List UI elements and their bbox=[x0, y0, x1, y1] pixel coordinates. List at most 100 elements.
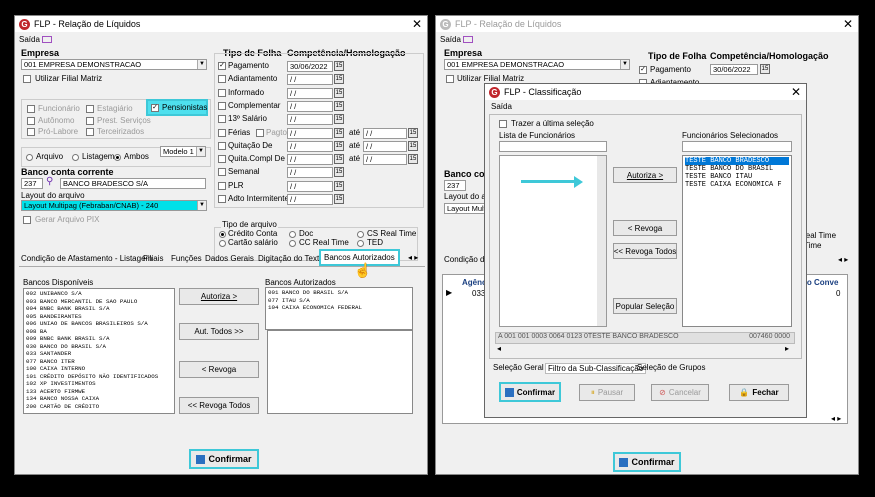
ate-date[interactable]: / / bbox=[363, 154, 407, 165]
list-item[interactable]: 100 CAIXA INTERNO bbox=[26, 365, 172, 373]
folha-checkbox[interactable] bbox=[218, 195, 226, 203]
revoga-todos-button[interactable]: << Revoga Todos bbox=[179, 397, 259, 414]
layout-select[interactable]: Layout Multipag (Febraban/CNAB) - 240 ▼ bbox=[21, 200, 207, 211]
revoga-button[interactable]: < Revoga bbox=[179, 361, 259, 378]
cartao-salario-radio[interactable] bbox=[219, 240, 226, 247]
bancos-disponiveis-list[interactable]: 002 UNIBANCO S/A 003 BANCO MERCANTIL DE S… bbox=[23, 288, 175, 414]
empresa-select[interactable]: 001 EMPRESA DEMONSTRACAO ▼ bbox=[21, 59, 207, 70]
folha-date[interactable]: / / bbox=[287, 88, 333, 99]
folha-date[interactable]: 30/06/2022 bbox=[287, 61, 333, 72]
calendar-icon[interactable]: 15 bbox=[334, 101, 344, 111]
list-item[interactable]: 200 CARTÃO DE CRÉDITO bbox=[26, 403, 172, 411]
calendar-icon[interactable]: 15 bbox=[334, 167, 344, 177]
folha-date[interactable]: / / bbox=[287, 114, 333, 125]
calendar-icon[interactable]: 15 bbox=[334, 74, 344, 84]
list-item[interactable]: 030 BANCO DO BRASIL S/A bbox=[26, 343, 172, 351]
ate-date[interactable]: / / bbox=[363, 128, 407, 139]
credito-conta-radio[interactable] bbox=[219, 231, 226, 238]
folha-date[interactable]: / / bbox=[287, 141, 333, 152]
banco-code-input[interactable]: 237 bbox=[21, 178, 43, 189]
autonomo-checkbox[interactable] bbox=[27, 117, 35, 125]
pagto-checkbox[interactable] bbox=[256, 129, 264, 137]
list-item[interactable]: 104 CAIXA ECONOMICA FEDERAL bbox=[268, 304, 410, 312]
fechar-button[interactable]: 🔒 Fechar bbox=[729, 384, 789, 401]
calendar-icon[interactable]: 15 bbox=[408, 128, 418, 138]
filial-matriz-checkbox[interactable] bbox=[23, 75, 31, 83]
banco-code-input[interactable]: 237 bbox=[444, 180, 466, 191]
folha-checkbox[interactable] bbox=[218, 115, 226, 123]
lista-scrollbar[interactable] bbox=[597, 156, 606, 326]
close-icon[interactable]: ✕ bbox=[843, 17, 853, 31]
folha-checkbox[interactable] bbox=[218, 168, 226, 176]
prest-servicos-checkbox[interactable] bbox=[86, 117, 94, 125]
doc-radio[interactable] bbox=[289, 231, 296, 238]
tab-filiais[interactable]: Filiais bbox=[143, 254, 163, 263]
calendar-icon[interactable]: 15 bbox=[334, 154, 344, 164]
calendar-icon[interactable]: 15 bbox=[334, 61, 344, 71]
tab-dados-gerais[interactable]: Dados Gerais bbox=[205, 254, 254, 263]
grid-scroll-icon[interactable]: ◂ ▸ bbox=[831, 414, 841, 424]
terceirizados-checkbox[interactable] bbox=[86, 128, 94, 136]
list-item[interactable]: 002 UNIBANCO S/A bbox=[26, 290, 172, 298]
lista-funcionarios-filter[interactable] bbox=[499, 141, 607, 152]
folha-date[interactable]: / / bbox=[287, 128, 333, 139]
folha-date[interactable]: / / bbox=[287, 194, 333, 205]
list-item[interactable]: 003 BANCO MERCANTIL DE SAO PAULO bbox=[26, 298, 172, 306]
list-item[interactable]: TESTE BANCO ITAU bbox=[685, 173, 789, 181]
folha-checkbox[interactable] bbox=[218, 102, 226, 110]
folha-checkbox[interactable] bbox=[218, 155, 226, 163]
search-icon[interactable]: ⚲ bbox=[46, 177, 53, 187]
empresa-select[interactable]: 001 EMPRESA DEMONSTRACAO ▼ bbox=[444, 59, 630, 70]
revoga-todos-button[interactable]: << Revoga Todos bbox=[613, 243, 677, 259]
cc-real-time-radio[interactable] bbox=[289, 240, 296, 247]
ate-date[interactable]: / / bbox=[363, 141, 407, 152]
pagamento-checkbox[interactable]: ✓ bbox=[639, 66, 647, 74]
pausar-button[interactable]: ⏸ Pausar bbox=[579, 384, 635, 401]
popular-selecao-button[interactable]: Popular Seleção bbox=[613, 298, 677, 314]
list-item[interactable]: 077 BANCO ITER bbox=[26, 358, 172, 366]
close-icon[interactable]: ✕ bbox=[791, 85, 801, 99]
list-item[interactable]: 102 XP INVESTIMENTOS bbox=[26, 380, 172, 388]
folha-date[interactable]: / / bbox=[287, 167, 333, 178]
dialog-confirmar-button[interactable]: Confirmar bbox=[499, 382, 561, 402]
status-scroll-right-icon[interactable]: ▸ bbox=[785, 344, 789, 354]
calendar-icon[interactable]: 15 bbox=[334, 194, 344, 204]
tab-funcoes[interactable]: Funções bbox=[171, 254, 202, 263]
list-item[interactable]: 006 UNIAO DE BANCOS BRASILEIROS S/A bbox=[26, 320, 172, 328]
ambos-radio[interactable] bbox=[114, 154, 121, 161]
selecionados-list[interactable]: TESTE BANCO BRADESCO TESTE BANCO DO BRASI… bbox=[682, 155, 792, 327]
list-item[interactable]: TESTE CAIXA ECONOMICA F bbox=[685, 181, 789, 189]
folha-checkbox[interactable] bbox=[218, 129, 226, 137]
calendar-icon[interactable]: 15 bbox=[760, 64, 770, 74]
revoga-button[interactable]: < Revoga bbox=[613, 220, 677, 236]
calendar-icon[interactable]: 15 bbox=[334, 128, 344, 138]
listagem-radio[interactable] bbox=[72, 154, 79, 161]
folha-checkbox[interactable] bbox=[218, 182, 226, 190]
pensionistas-checkbox[interactable]: ✓ bbox=[151, 104, 159, 112]
selecionados-filter[interactable] bbox=[682, 141, 792, 152]
calendar-icon[interactable]: 15 bbox=[408, 154, 418, 164]
folha-date[interactable]: / / bbox=[287, 101, 333, 112]
pagamento-date[interactable]: 30/06/2022 bbox=[710, 64, 758, 75]
calendar-icon[interactable]: 15 bbox=[334, 141, 344, 151]
folha-date[interactable]: / / bbox=[287, 154, 333, 165]
funcionario-checkbox[interactable] bbox=[27, 105, 35, 113]
cs-real-time-radio[interactable] bbox=[357, 231, 364, 238]
calendar-icon[interactable]: 15 bbox=[408, 141, 418, 151]
menu-saida[interactable]: Saída bbox=[440, 35, 474, 45]
menu-saida[interactable]: Saída bbox=[19, 35, 53, 45]
autoriza-button[interactable]: Autoriza > bbox=[179, 288, 259, 305]
confirmar-button[interactable]: Confirmar bbox=[189, 449, 259, 469]
bancos-autorizados-list[interactable]: 001 BANCO DO BRASIL S/A 077 ITAU S/A 104 C… bbox=[265, 287, 413, 330]
list-item[interactable]: TESTE BANCO DO BRASIL bbox=[685, 165, 789, 173]
estagiario-checkbox[interactable] bbox=[86, 105, 94, 113]
prolabore-checkbox[interactable] bbox=[27, 128, 35, 136]
tab-condicao[interactable]: Condição de Afastamento - Listagem bbox=[21, 254, 152, 263]
list-item[interactable]: TESTE BANCO BRADESCO bbox=[685, 157, 789, 165]
list-item[interactable]: 008 BA bbox=[26, 328, 172, 336]
folha-checkbox[interactable] bbox=[218, 142, 226, 150]
folha-date[interactable]: / / bbox=[287, 181, 333, 192]
tab-scroll-icon[interactable]: ◂ ▸ bbox=[408, 253, 418, 263]
folha-checkbox[interactable]: ✓ bbox=[218, 62, 226, 70]
list-item[interactable]: 004 BNBC BANK BRASIL S/A bbox=[26, 305, 172, 313]
